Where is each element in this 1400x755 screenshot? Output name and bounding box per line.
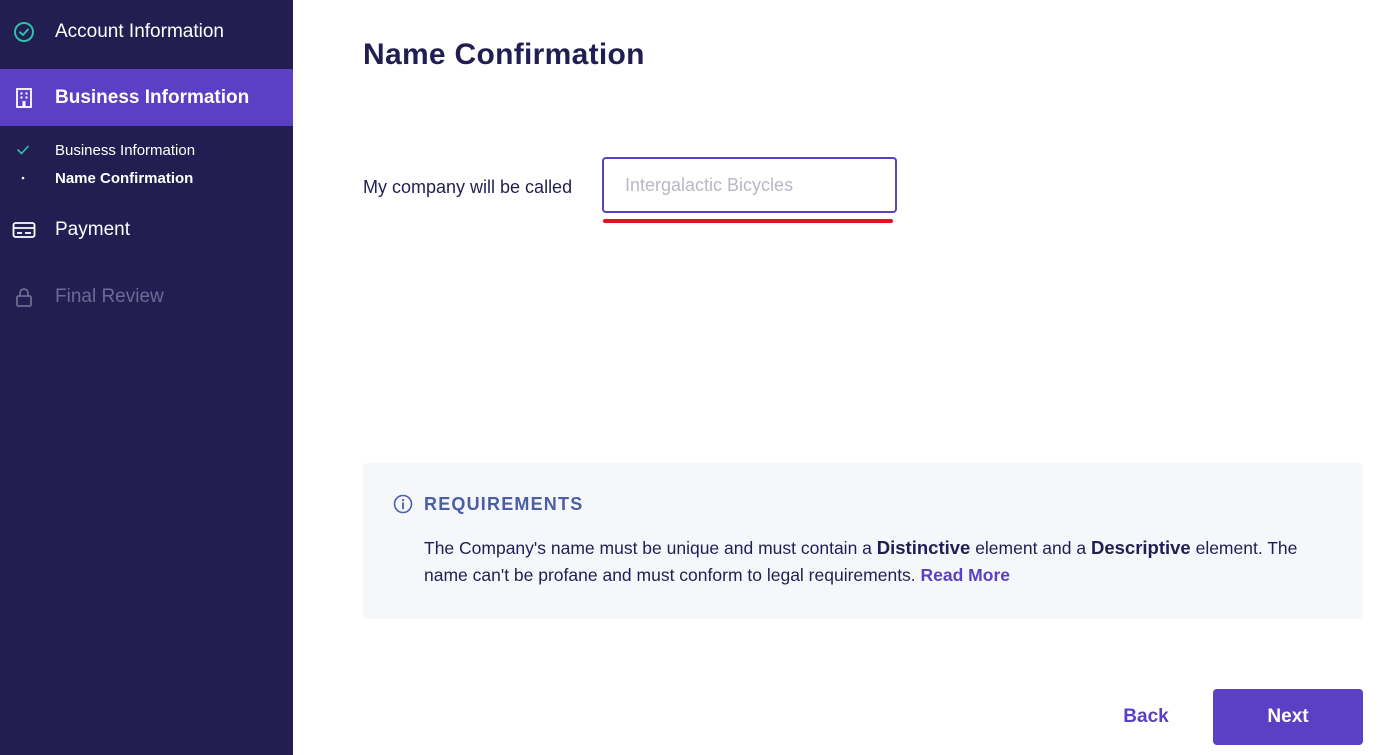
sidebar-subitem-name-confirmation[interactable]: Name Confirmation xyxy=(0,167,293,189)
company-name-input[interactable] xyxy=(602,157,897,213)
sidebar-item-payment[interactable]: Payment xyxy=(0,201,293,258)
sidebar-item-label: Account Information xyxy=(55,20,224,42)
validation-underline xyxy=(603,219,893,223)
requirements-text: The Company's name must be unique and mu… xyxy=(424,534,1324,589)
requirements-text-part: The Company's name must be unique and mu… xyxy=(424,538,877,558)
credit-card-icon xyxy=(12,218,36,242)
sidebar-item-label: Final Review xyxy=(55,285,164,307)
sidebar-item-label: Payment xyxy=(55,218,130,240)
page-title: Name Confirmation xyxy=(363,38,645,71)
requirements-bold-descriptive: Descriptive xyxy=(1090,537,1191,558)
company-name-label: My company will be called xyxy=(363,177,573,197)
requirements-bold-distinctive: Distinctive xyxy=(876,537,971,558)
lock-icon xyxy=(12,285,36,309)
info-icon xyxy=(393,494,413,514)
sidebar-subitem-label: Business Information xyxy=(55,141,196,159)
sidebar-item-business-information[interactable]: Business Information xyxy=(0,69,293,126)
requirements-text-part: element and a xyxy=(970,538,1091,558)
building-icon xyxy=(12,86,36,110)
checkmark-icon xyxy=(16,143,30,157)
read-more-link[interactable]: Read More xyxy=(921,565,1010,585)
sidebar-item-label: Business Information xyxy=(55,86,250,108)
sidebar-item-final-review: Final Review xyxy=(0,268,293,325)
dot-icon xyxy=(16,171,30,185)
sidebar-subitem-business-information[interactable]: Business Information xyxy=(0,139,293,161)
sidebar: Account Information Business Information… xyxy=(0,0,293,755)
back-button[interactable]: Back xyxy=(1106,689,1186,745)
requirements-panel: REQUIREMENTS The Company's name must be … xyxy=(363,463,1363,619)
next-button[interactable]: Next xyxy=(1213,689,1363,745)
sidebar-item-account-information[interactable]: Account Information xyxy=(0,3,293,60)
check-circle-icon xyxy=(12,20,36,44)
sidebar-subitem-label: Name Confirmation xyxy=(55,169,194,187)
requirements-title: REQUIREMENTS xyxy=(424,494,584,514)
